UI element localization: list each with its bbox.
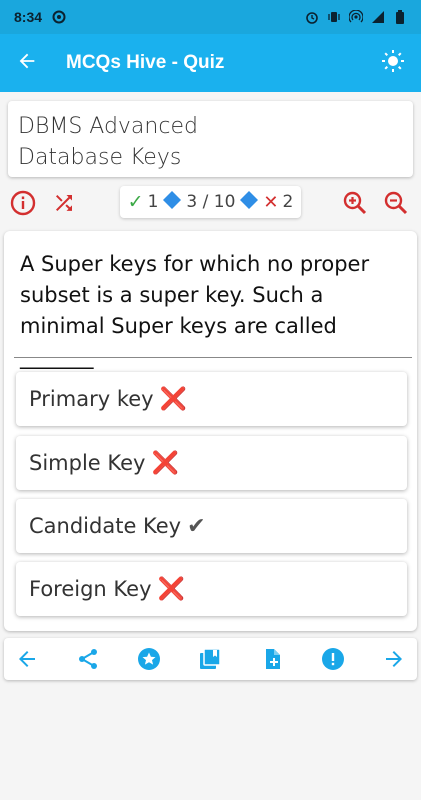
app-title: MCQs Hive - Quiz [66,52,225,73]
zoom-in-icon[interactable] [340,188,370,218]
hotspot-icon [349,10,363,24]
cross-icon: ✕ [263,191,279,213]
option-2[interactable]: Simple Key ❌ [16,436,407,490]
vibrate-icon [327,10,341,24]
option-4[interactable]: Foreign Key ❌ [16,562,407,616]
topic-subject: DBMS Advanced [18,114,198,139]
option-label: Foreign Key [29,577,152,601]
wrong-mark-icon: ❌ [157,576,185,602]
back-arrow-icon[interactable] [16,50,38,77]
question-card: A Super keys for which no proper subset … [4,231,417,631]
correct-count: 1 [147,192,159,212]
alert-icon[interactable] [320,646,346,672]
wrong-mark-icon: ❌ [159,386,187,412]
alarm-icon [305,10,319,24]
wrong-count: 2 [282,192,294,212]
status-time: 8:34 [14,9,43,25]
app-bar: MCQs Hive - Quiz [0,34,421,92]
share-icon[interactable] [75,646,101,672]
signal-icon [371,10,385,24]
sync-status-icon [52,10,66,24]
arrow-forward-icon[interactable] [381,646,407,672]
option-label: Candidate Key [29,514,182,538]
question-position: 3 / 10 [186,192,236,212]
correct-mark-icon: ✔ [187,513,206,539]
diamond-icon [239,190,259,215]
check-icon: ✓ [127,191,144,213]
note-add-icon[interactable] [259,646,285,672]
option-3[interactable]: Candidate Key ✔ [16,499,407,553]
star-icon[interactable] [136,646,162,672]
wrong-mark-icon: ❌ [151,450,179,476]
question-text: A Super keys for which no proper subset … [20,252,370,369]
zoom-out-icon[interactable] [381,188,411,218]
bottom-action-bar [4,638,417,680]
score-counter: ✓ 1 3 / 10 ✕ 2 [120,186,301,218]
diamond-icon [162,190,182,215]
battery-icon [393,10,407,24]
info-icon[interactable] [8,188,38,218]
theme-toggle-icon[interactable] [381,49,405,78]
topic-card: DBMS Advanced Database Keys [8,101,413,177]
topic-chapter: Database Keys [18,145,182,170]
library-icon[interactable] [197,646,223,672]
status-bar: 8:34 [0,0,421,34]
divider [14,357,412,358]
option-1[interactable]: Primary key ❌ [16,372,407,426]
arrow-back-icon[interactable] [14,646,40,672]
option-label: Simple Key [29,451,146,475]
option-label: Primary key [29,387,154,411]
shuffle-icon[interactable] [49,188,79,218]
